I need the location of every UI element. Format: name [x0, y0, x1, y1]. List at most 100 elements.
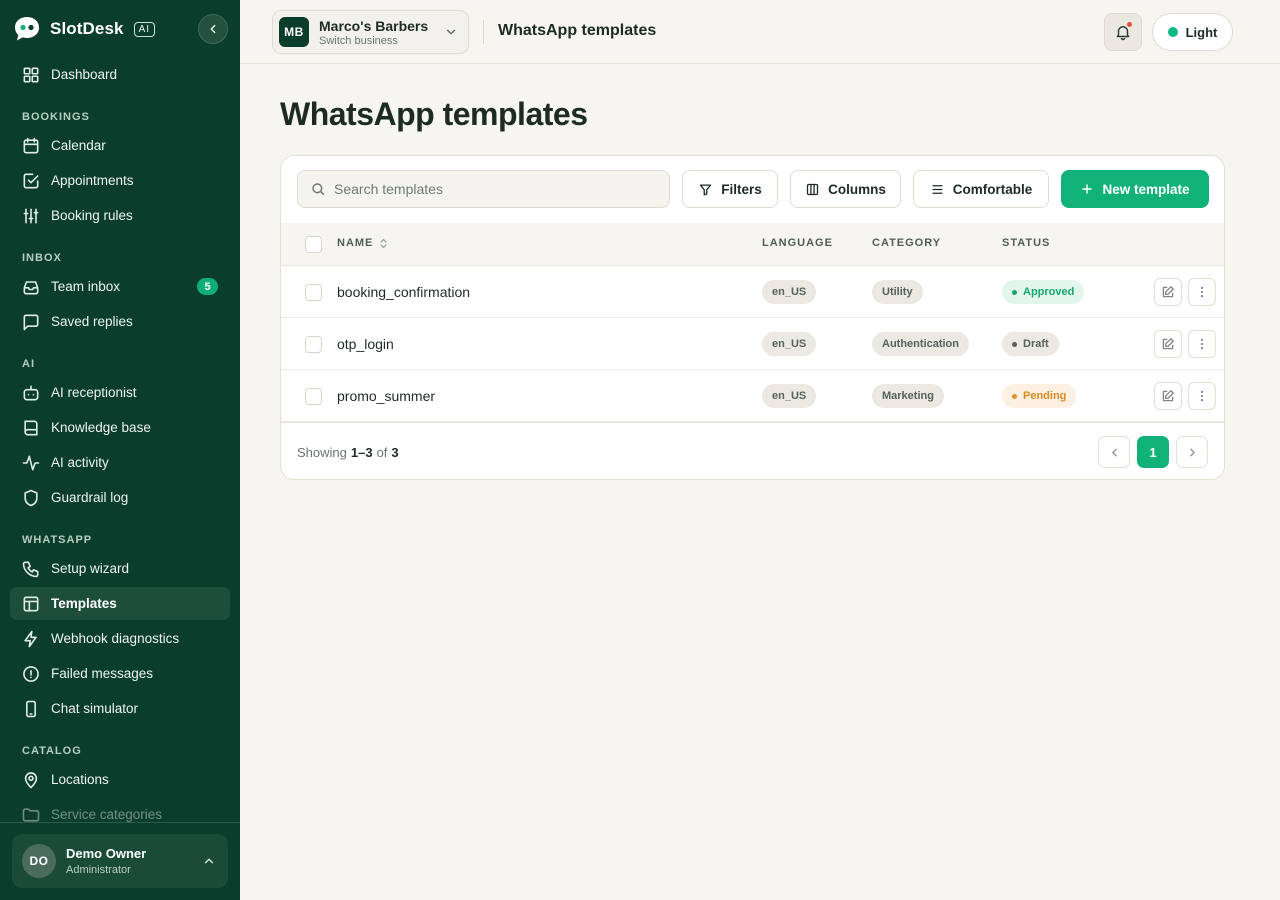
clipboard-check-icon	[23, 173, 39, 188]
chevron-right-icon	[1189, 448, 1195, 456]
more-vertical-icon	[1200, 286, 1204, 298]
book-icon	[24, 420, 38, 435]
sidebar-item-label: Appointments	[51, 173, 134, 188]
previous-page-button[interactable]	[1098, 436, 1130, 468]
sidebar: SlotDesk AI Dashboard BOOKINGS Calendar …	[0, 0, 240, 900]
more-options-button[interactable]	[1188, 382, 1216, 410]
sidebar-section-whatsapp: WHATSAPP	[22, 534, 93, 546]
page-button-current[interactable]: 1	[1137, 436, 1169, 468]
row-checkbox[interactable]	[305, 336, 322, 353]
sidebar-item-appointments[interactable]: Appointments	[10, 164, 230, 197]
sidebar-divider	[0, 822, 240, 823]
sidebar-item-guardrail-log[interactable]: Guardrail log	[10, 481, 230, 514]
grid-icon	[23, 67, 39, 82]
pagination-summary: Showing 1–3 of 3	[297, 445, 399, 460]
columns-button[interactable]: Columns	[790, 170, 901, 208]
table-row[interactable]: booking_confirmation en_US Utility Appro…	[281, 266, 1224, 318]
edit-button[interactable]	[1154, 278, 1182, 306]
page-title: WhatsApp templates	[280, 96, 588, 132]
notifications-button[interactable]	[1104, 13, 1142, 51]
more-vertical-icon	[1200, 338, 1204, 350]
search-input[interactable]	[334, 181, 654, 197]
density-button[interactable]: Comfortable	[913, 170, 1049, 208]
sidebar-nav: Dashboard BOOKINGS Calendar Appointments…	[10, 58, 230, 822]
sidebar-item-label: Templates	[51, 596, 117, 611]
smartphone-icon	[26, 700, 36, 717]
status-badge: Draft	[1002, 332, 1059, 356]
column-header-label: NAME	[337, 237, 374, 249]
sidebar-section-inbox: INBOX	[22, 252, 62, 264]
sidebar-item-team-inbox[interactable]: Team inbox 5	[10, 270, 230, 303]
table-row[interactable]: otp_login en_US Authentication Draft	[281, 318, 1224, 370]
sidebar-item-label: Dashboard	[51, 67, 118, 82]
brand[interactable]: SlotDesk AI	[12, 14, 156, 44]
columns-icon	[806, 183, 819, 195]
edit-button[interactable]	[1154, 382, 1182, 410]
filters-button[interactable]: Filters	[682, 170, 778, 208]
select-all-checkbox[interactable]	[305, 236, 322, 253]
template-name: booking_confirmation	[337, 284, 471, 300]
sidebar-item-dashboard[interactable]: Dashboard	[10, 58, 230, 91]
filter-icon	[700, 183, 712, 195]
next-page-button[interactable]	[1176, 436, 1208, 468]
alert-circle-icon	[23, 665, 39, 682]
category-pill: Marketing	[872, 384, 944, 408]
template-name: promo_summer	[337, 388, 436, 404]
sidebar-item-label: Chat simulator	[51, 701, 139, 716]
row-checkbox[interactable]	[305, 284, 322, 301]
showing-total: 3	[391, 445, 399, 460]
status-badge: Pending	[1002, 384, 1077, 408]
bot-icon	[23, 385, 39, 400]
sidebar-section-bookings: BOOKINGS	[22, 111, 90, 123]
more-options-button[interactable]	[1188, 330, 1216, 358]
new-template-button[interactable]: New template	[1061, 170, 1209, 208]
status-label: Draft	[1023, 338, 1049, 350]
table-row[interactable]: promo_summer en_US Marketing Pending	[281, 370, 1224, 422]
search-box[interactable]	[297, 170, 670, 208]
sidebar-item-knowledge-base[interactable]: Knowledge base	[10, 411, 230, 444]
sidebar-item-service-categories[interactable]: Service categories	[10, 798, 230, 822]
sidebar-item-saved-replies[interactable]: Saved replies	[10, 305, 230, 338]
topbar-page-title: WhatsApp templates	[498, 22, 657, 39]
business-switcher[interactable]: MB Marco's Barbers Switch business	[272, 10, 469, 54]
sidebar-item-webhook-diagnostics[interactable]: Webhook diagnostics	[10, 622, 230, 655]
sidebar-item-label: Service categories	[51, 807, 163, 822]
message-square-icon	[23, 314, 39, 330]
sidebar-item-chat-simulator[interactable]: Chat simulator	[10, 692, 230, 725]
more-options-button[interactable]	[1188, 278, 1216, 306]
sidebar-item-booking-rules[interactable]: Booking rules	[10, 199, 230, 232]
table-header: NAME LANGUAGE CATEGORY STATUS	[281, 223, 1224, 266]
theme-dot-icon	[1167, 27, 1178, 37]
sidebar-item-ai-receptionist[interactable]: AI receptionist	[10, 376, 230, 409]
sidebar-item-label: Setup wizard	[51, 561, 130, 576]
category-pill: Utility	[872, 280, 923, 304]
sidebar-item-ai-activity[interactable]: AI activity	[10, 446, 230, 479]
avatar: DO	[22, 844, 56, 878]
sidebar-item-label: Webhook diagnostics	[51, 631, 180, 646]
sidebar-item-label: Saved replies	[51, 314, 133, 329]
edit-button[interactable]	[1154, 330, 1182, 358]
showing-range: 1–3	[350, 445, 373, 460]
chevron-up-icon	[204, 858, 214, 864]
sidebar-item-label: Booking rules	[51, 208, 133, 223]
category-pill: Authentication	[872, 332, 969, 356]
sidebar-item-failed-messages[interactable]: Failed messages	[10, 657, 230, 690]
sidebar-item-locations[interactable]: Locations	[10, 763, 230, 796]
row-checkbox[interactable]	[305, 388, 322, 405]
sidebar-item-templates[interactable]: Templates	[10, 587, 230, 620]
sidebar-item-label: Failed messages	[51, 666, 154, 681]
column-header-name[interactable]: NAME	[337, 237, 388, 249]
sidebar-item-setup-wizard[interactable]: Setup wizard	[10, 552, 230, 585]
sort-icon	[380, 238, 387, 248]
shield-icon	[24, 489, 38, 506]
topbar: MB Marco's Barbers Switch business Whats…	[240, 0, 1280, 64]
theme-toggle-button[interactable]: Light	[1152, 13, 1233, 51]
of-label: of	[376, 445, 388, 460]
user-menu-button[interactable]: DO Demo Owner Administrator	[12, 834, 228, 888]
theme-label: Light	[1185, 24, 1218, 40]
column-header-category: CATEGORY	[872, 237, 942, 249]
map-pin-icon	[24, 771, 38, 789]
collapse-sidebar-button[interactable]	[198, 14, 228, 44]
sidebar-item-label: Guardrail log	[51, 490, 129, 505]
sidebar-item-calendar[interactable]: Calendar	[10, 129, 230, 162]
